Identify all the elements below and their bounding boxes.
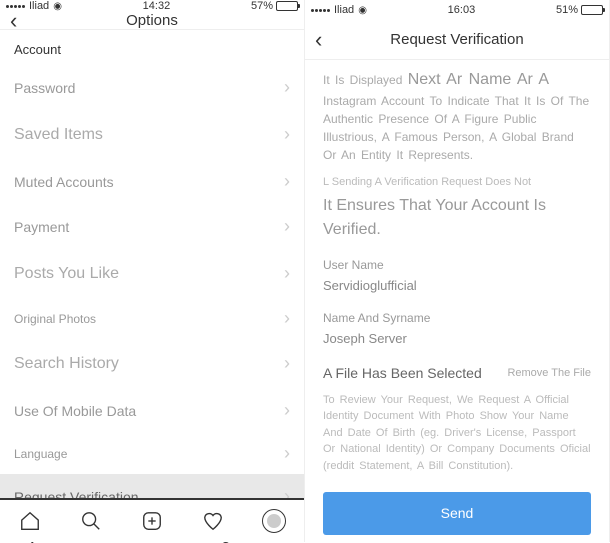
profile-icon[interactable] bbox=[262, 509, 286, 533]
battery-icon bbox=[276, 1, 298, 11]
page-title: Request Verification bbox=[390, 31, 523, 48]
carrier-label: Iliad bbox=[29, 0, 49, 12]
row-search-history[interactable]: Search History› bbox=[0, 339, 304, 388]
heart-icon[interactable] bbox=[201, 509, 225, 533]
verification-note: It Ensures That Your Account Is Verified… bbox=[323, 194, 591, 242]
home-icon[interactable] bbox=[18, 509, 42, 533]
bottom-nav bbox=[0, 498, 304, 542]
battery-pct: 51% bbox=[556, 4, 578, 16]
chevron-right-icon: › bbox=[284, 171, 290, 192]
chevron-right-icon: › bbox=[284, 443, 290, 464]
clock: 16:03 bbox=[448, 4, 476, 16]
section-account: Account bbox=[0, 30, 304, 65]
clock: 14:32 bbox=[143, 0, 171, 12]
row-muted-accounts[interactable]: Muted Accounts› bbox=[0, 159, 304, 204]
chevron-right-icon: › bbox=[284, 77, 290, 98]
verification-description: It Is Displayed Next Ar Name Ar A Instag… bbox=[323, 68, 591, 164]
back-button[interactable]: ‹ bbox=[10, 8, 17, 34]
header: ‹ Request Verification bbox=[305, 20, 609, 60]
carrier-label: Iliad bbox=[334, 4, 354, 16]
fullname-field[interactable]: Joseph Server bbox=[323, 329, 591, 349]
row-language[interactable]: Language› bbox=[0, 433, 304, 474]
row-saved-items[interactable]: Saved Items› bbox=[0, 110, 304, 159]
signal-icon bbox=[311, 9, 330, 12]
back-button[interactable]: ‹ bbox=[315, 27, 322, 53]
chevron-right-icon: › bbox=[284, 353, 290, 374]
fullname-label: Name And Syrname bbox=[323, 309, 591, 327]
wifi-icon: ◉ bbox=[358, 5, 367, 16]
chevron-right-icon: › bbox=[284, 124, 290, 145]
row-mobile-data[interactable]: Use Of Mobile Data› bbox=[0, 388, 304, 433]
chevron-right-icon: › bbox=[284, 216, 290, 237]
wifi-icon: ◉ bbox=[53, 1, 62, 12]
chevron-right-icon: › bbox=[284, 308, 290, 329]
header: ‹ Options bbox=[0, 12, 304, 30]
page-title: Options bbox=[126, 12, 178, 29]
options-screen: Iliad ◉ 14:32 57% ‹ Options Account Pass… bbox=[0, 0, 305, 542]
username-label: User Name bbox=[323, 256, 591, 274]
options-list: Account Password› Saved Items› Muted Acc… bbox=[0, 30, 304, 543]
chevron-right-icon: › bbox=[284, 263, 290, 284]
file-selected-label: A File Has Been Selected bbox=[323, 363, 482, 384]
row-posts-you-like[interactable]: Posts You Like› bbox=[0, 249, 304, 298]
remove-file-button[interactable]: Remove The File bbox=[507, 365, 591, 382]
row-password[interactable]: Password› bbox=[0, 65, 304, 110]
status-bar: Iliad ◉ 14:32 57% bbox=[0, 0, 304, 12]
verification-subnote: L Sending A Verification Request Does No… bbox=[323, 174, 591, 191]
battery-icon bbox=[581, 5, 603, 15]
battery-pct: 57% bbox=[251, 0, 273, 12]
verification-screen: Iliad ◉ 16:03 51% ‹ Request Verification… bbox=[305, 0, 610, 542]
chevron-right-icon: › bbox=[284, 400, 290, 421]
status-bar: Iliad ◉ 16:03 51% bbox=[305, 0, 609, 20]
document-description: To Review Your Request, We Request A Off… bbox=[323, 392, 591, 475]
add-post-icon[interactable] bbox=[140, 509, 164, 533]
row-payment[interactable]: Payment› bbox=[0, 204, 304, 249]
search-icon[interactable] bbox=[79, 509, 103, 533]
username-field[interactable]: Servidioglufficial bbox=[323, 276, 591, 296]
send-button[interactable]: Send bbox=[323, 492, 591, 535]
verification-form: It Is Displayed Next Ar Name Ar A Instag… bbox=[305, 60, 609, 542]
row-original-photos[interactable]: Original Photos› bbox=[0, 298, 304, 339]
